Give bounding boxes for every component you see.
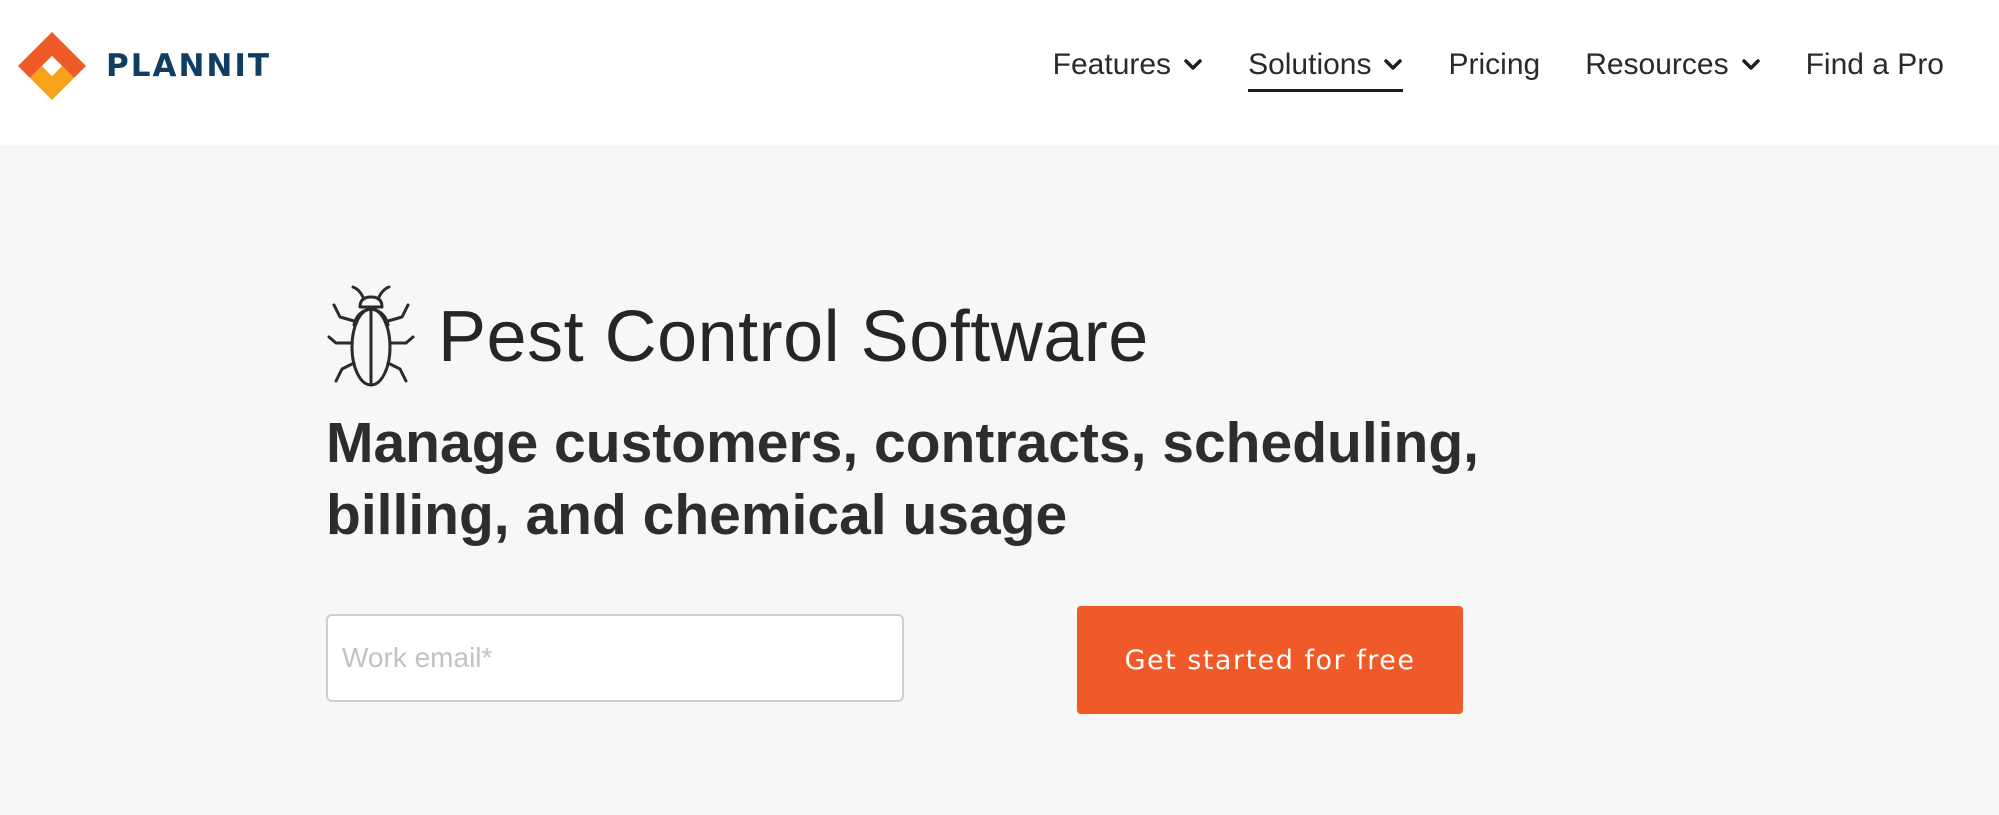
chevron-down-icon <box>1741 59 1760 70</box>
get-started-button[interactable]: Get started for free <box>1077 606 1463 714</box>
hero-subtitle: Manage customers, contracts, scheduling,… <box>326 411 1479 547</box>
nav-item-label: Solutions <box>1248 48 1372 81</box>
main-nav: Features Solutions Pricing Resources Fin… <box>1053 38 1944 92</box>
plannit-diamond-icon <box>18 32 86 100</box>
logo-wordmark: PLANNIT <box>106 48 272 84</box>
nav-item-label: Resources <box>1585 48 1729 81</box>
bug-icon <box>327 285 415 387</box>
work-email-input[interactable] <box>326 614 904 702</box>
nav-item-resources[interactable]: Resources <box>1585 38 1760 92</box>
nav-item-label: Pricing <box>1448 48 1541 81</box>
nav-item-find-a-pro[interactable]: Find a Pro <box>1806 38 1944 92</box>
nav-item-label: Features <box>1052 48 1172 81</box>
nav-item-label: Find a Pro <box>1805 48 1944 81</box>
plannit-logo[interactable]: PLANNIT <box>14 28 271 104</box>
nav-item-solutions[interactable]: Solutions <box>1248 38 1404 92</box>
nav-item-features[interactable]: Features <box>1053 38 1203 92</box>
nav-item-pricing[interactable]: Pricing <box>1448 38 1540 92</box>
chevron-down-icon <box>1384 59 1403 70</box>
page-title: Pest Control Software <box>438 297 1149 377</box>
title-row: Pest Control Software <box>326 283 1149 391</box>
site-header: PLANNIT Features Solutions Pricing Resou… <box>0 0 1999 145</box>
hero-section: Pest Control Software Manage customers, … <box>0 145 1999 815</box>
chevron-down-icon <box>1184 59 1202 70</box>
